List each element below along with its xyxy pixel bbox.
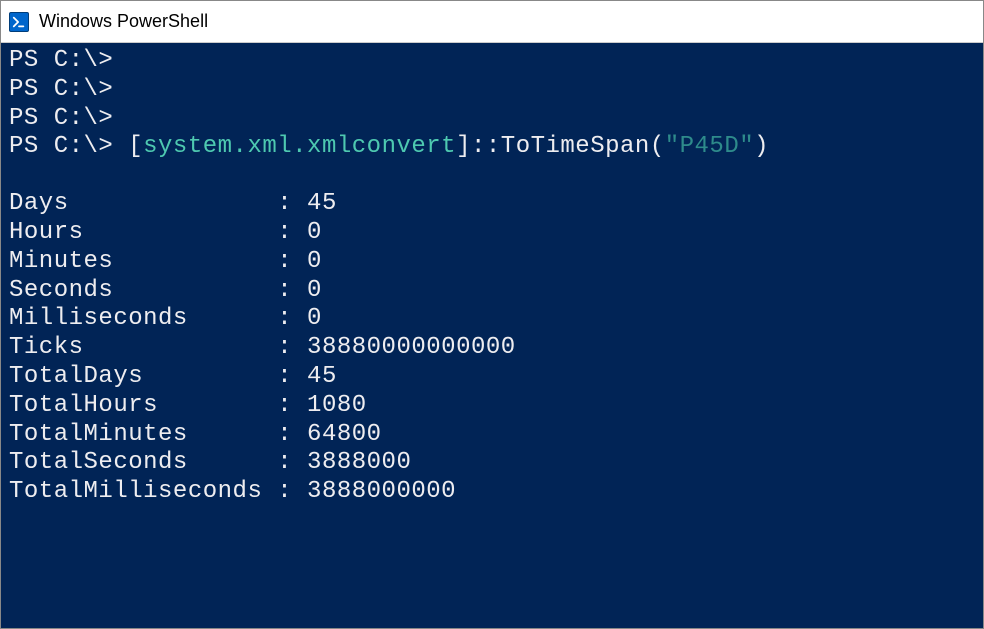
window-title: Windows PowerShell xyxy=(39,11,208,32)
output-row: TotalMilliseconds : 3888000000 xyxy=(9,478,975,507)
paren-close: ) xyxy=(754,133,769,160)
prompt-text: PS C:\> xyxy=(9,76,113,103)
type-name: system.xml.xmlconvert xyxy=(143,133,456,160)
output-row: Days : 45 xyxy=(9,190,975,219)
method-call: ::ToTimeSpan( xyxy=(471,133,665,160)
terminal-area[interactable]: PS C:\> PS C:\> PS C:\> PS C:\> [system.… xyxy=(1,43,983,628)
output-row: Hours : 0 xyxy=(9,219,975,248)
output-row: Seconds : 0 xyxy=(9,277,975,306)
command-line: PS C:\> [system.xml.xmlconvert]::ToTimeS… xyxy=(9,133,975,162)
output-row: Milliseconds : 0 xyxy=(9,305,975,334)
output-row: Minutes : 0 xyxy=(9,248,975,277)
titlebar[interactable]: Windows PowerShell xyxy=(1,1,983,43)
output-row: TotalMinutes : 64800 xyxy=(9,421,975,450)
bracket-open: [ xyxy=(128,133,143,160)
output-row: TotalDays : 45 xyxy=(9,363,975,392)
bracket-close: ] xyxy=(456,133,471,160)
prompt-line: PS C:\> xyxy=(9,76,975,105)
output-row: Ticks : 38880000000000 xyxy=(9,334,975,363)
powershell-icon xyxy=(9,12,29,32)
prompt-line: PS C:\> xyxy=(9,105,975,134)
command-output: Days : 45Hours : 0Minutes : 0Seconds : 0… xyxy=(9,190,975,507)
string-arg: "P45D" xyxy=(665,133,754,160)
output-row: TotalHours : 1080 xyxy=(9,392,975,421)
prompt-text: PS C:\> xyxy=(9,105,113,132)
prompt-text: PS C:\> xyxy=(9,133,128,160)
prompt-line: PS C:\> xyxy=(9,47,975,76)
output-row: TotalSeconds : 3888000 xyxy=(9,449,975,478)
prompt-text: PS C:\> xyxy=(9,47,113,74)
